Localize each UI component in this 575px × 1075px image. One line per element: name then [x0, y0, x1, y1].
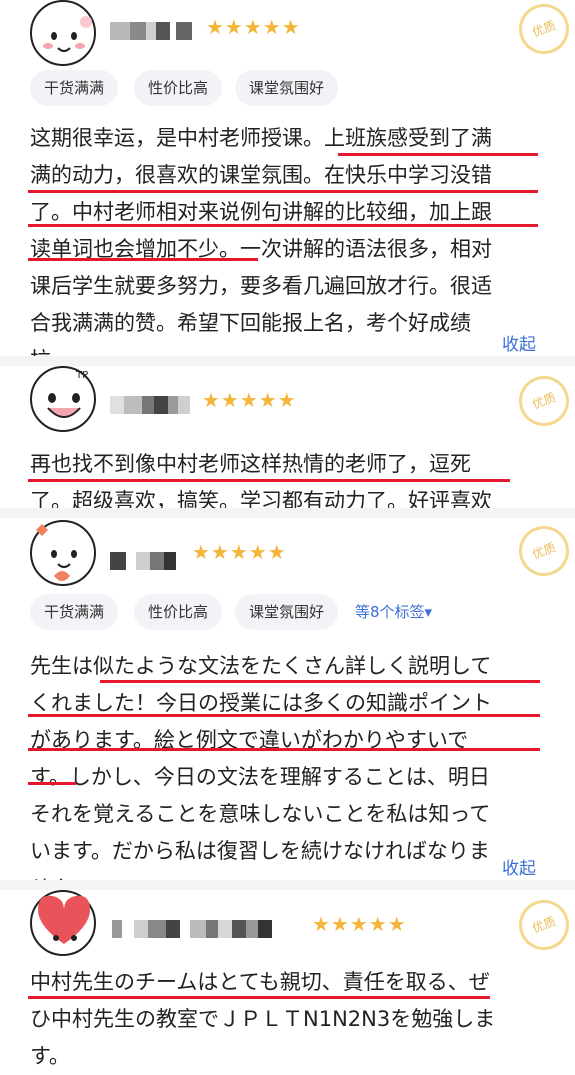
highlight-underline [28, 782, 76, 785]
highlight-underline [28, 748, 540, 751]
quality-stamp-icon: 优质 [511, 0, 575, 62]
highlight-underline [28, 190, 538, 193]
cartoon-face-icon [38, 895, 90, 944]
review-card: ★★★★★ 优质 干货满满 性价比高 课堂氛围好 这期很幸运，是中村老师授课。上… [0, 0, 575, 372]
tag-chip[interactable]: 性价比高 [134, 594, 223, 630]
review-text: 中村先生のチームはとても親切、責任を取る、ぜ ひ中村先生の教室でＪＰＬＴN1N2… [30, 964, 542, 1075]
star-rating: ★★★★★ [192, 540, 287, 564]
card-divider [0, 880, 575, 890]
highlight-underline [28, 996, 490, 999]
star-rating: ★★★★★ [206, 15, 301, 39]
quality-stamp-icon: 优质 [511, 892, 575, 958]
highlight-underline [28, 258, 258, 261]
quality-stamp-icon: 优质 [511, 518, 575, 584]
review-line: 读单词也会增加不少。一次讲解的语法很多，相对 [30, 237, 492, 261]
highlight-underline [338, 153, 538, 156]
review-line: ひ中村先生の教室でＪＰＬＴN1N2N3を勉強しま [30, 1007, 496, 1031]
review-line: があります。絵と例文で違いがわかりやすいで [30, 728, 469, 752]
svg-text:TP: TP [75, 370, 88, 381]
username-blurred [110, 396, 190, 414]
star-rating: ★★★★★ [312, 912, 407, 936]
review-card: ★★★★★ 优质 中村先生のチームはとても親切、責任を取る、ぜ ひ中村先生の教室… [0, 890, 575, 1070]
highlight-underline [100, 680, 540, 683]
cartoon-face-icon [43, 16, 92, 52]
review-line: す。しかし、今日の文法を理解することは、明日 [30, 765, 490, 789]
highlight-underline [28, 479, 510, 482]
tag-chip[interactable]: 课堂氛围好 [235, 70, 339, 106]
review-line: います。だから私は復習しを続けなければなりま [30, 839, 490, 863]
more-tags-link[interactable]: 等8个标签▾ [355, 594, 432, 630]
highlight-underline [28, 224, 538, 227]
review-card: TP ★★★★★ 优质 再也找不到像中村老师这样热情的老师了，逗死 了。超级喜欢… [0, 366, 575, 513]
tag-chip[interactable]: 干货满满 [30, 594, 119, 630]
collapse-link[interactable]: 收起 [502, 330, 536, 355]
tag-chip[interactable]: 课堂氛围好 [235, 594, 339, 630]
avatar[interactable] [30, 890, 96, 956]
username-blurred [112, 920, 272, 938]
star-rating: ★★★★★ [202, 388, 297, 412]
avatar[interactable] [30, 0, 96, 66]
review-line: 满的动力，很喜欢的课堂氛围。在快乐中学习没错 [30, 163, 492, 187]
review-card: ★★★★★ 优质 干货满满 性价比高 课堂氛围好 等8个标签▾ 先生は似たような… [0, 518, 575, 900]
cartoon-face-icon: TP [47, 370, 88, 418]
highlight-underline [28, 714, 540, 717]
tag-chip[interactable]: 干货满满 [30, 70, 119, 106]
cartoon-face-icon [36, 524, 77, 581]
quality-stamp-icon: 优质 [511, 368, 575, 434]
avatar[interactable]: TP [30, 366, 96, 432]
review-line: 再也找不到像中村老师这样热情的老师了，逗死 [30, 452, 471, 476]
review-line: 课后学生就要多努力，要多看几遍回放才行。很适 [30, 274, 492, 298]
review-text: 这期很幸运，是中村老师授课。上班族感受到了满 满的动力，很喜欢的课堂氛围。在快乐… [30, 120, 542, 379]
collapse-link[interactable]: 收起 [502, 854, 536, 879]
avatar[interactable] [30, 520, 96, 586]
review-line: それを覚えることを意味しないことを私は知って [30, 802, 491, 826]
tag-chip[interactable]: 性价比高 [134, 70, 223, 106]
username-blurred [110, 552, 176, 570]
card-divider [0, 356, 575, 366]
review-line: す。 [30, 1044, 70, 1068]
review-line: 这期很幸运，是中村老师授课。上班族感受到了满 [30, 126, 492, 150]
card-divider [0, 508, 575, 518]
username-blurred [110, 22, 192, 40]
review-text: 先生は似たような文法をたくさん詳しく説明して くれました！今日の授業には多くの知… [30, 648, 542, 907]
review-line: 合我满满的赞。希望下回能报上名，考个好成绩 [30, 311, 471, 335]
